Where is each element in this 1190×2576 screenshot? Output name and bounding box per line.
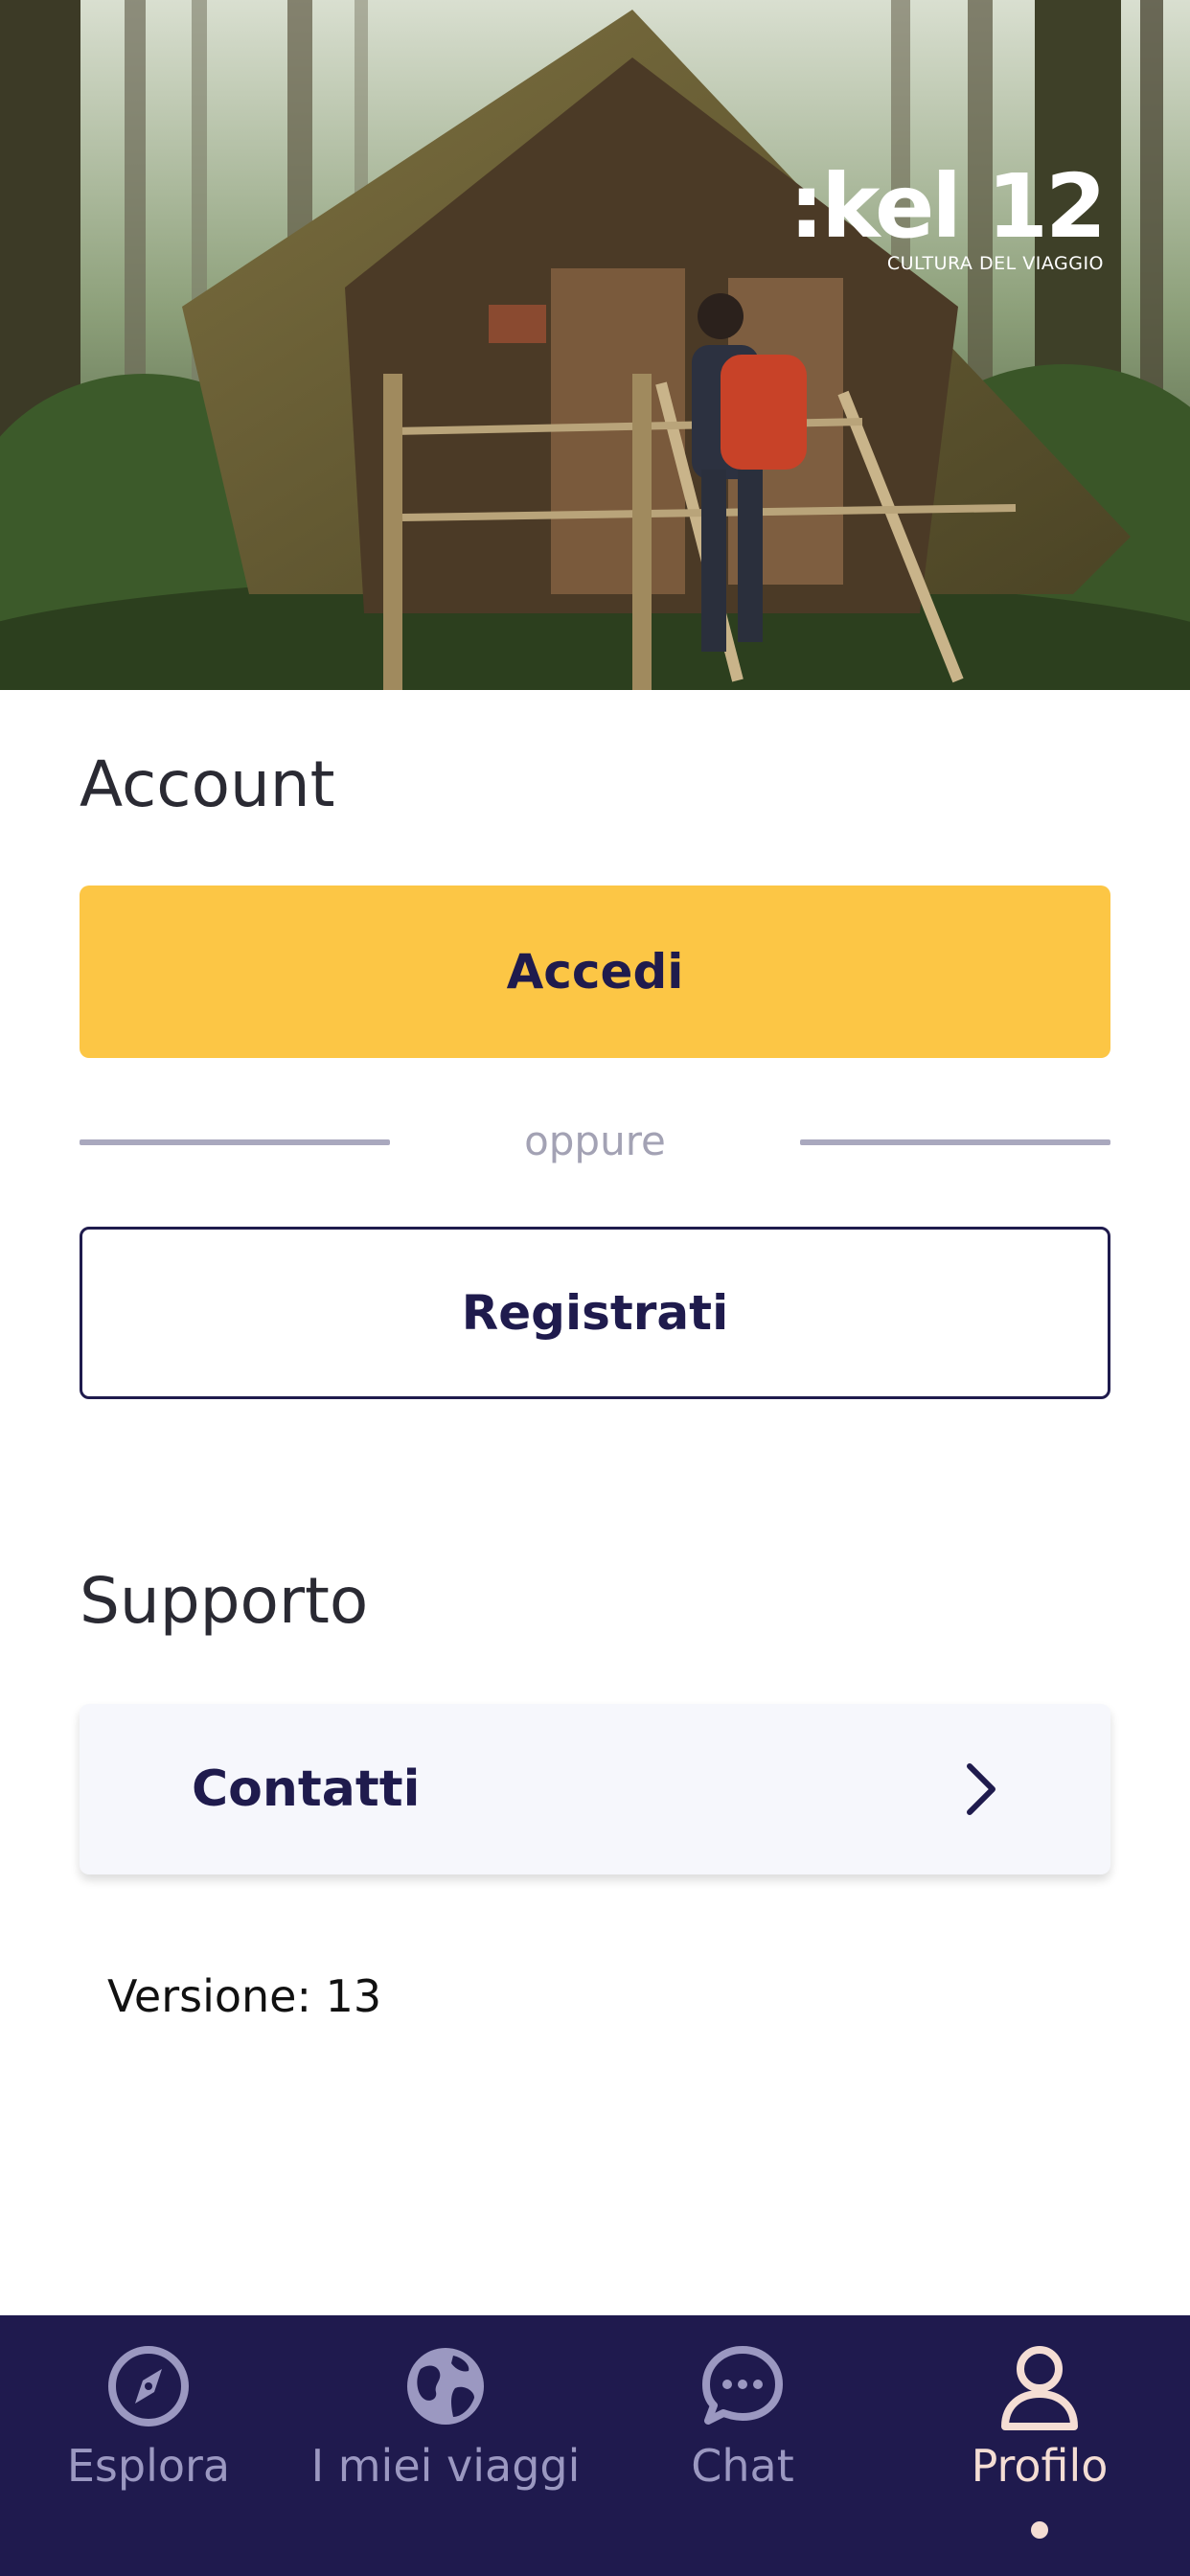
support-section-title: Supporto: [80, 1564, 369, 1638]
nav-label-esplora: Esplora: [66, 2440, 231, 2492]
nav-label-i-miei-viaggi: I miei viaggi: [310, 2440, 581, 2492]
contacts-label: Contatti: [192, 1760, 421, 1818]
brand-logo-text: :kel 12: [789, 155, 1107, 258]
app-version: Versione: 13: [107, 1970, 382, 2022]
nav-item-chat[interactable]: Chat: [594, 2315, 891, 2576]
active-indicator-dot: [1031, 2521, 1048, 2539]
register-button[interactable]: Registrati: [80, 1227, 1110, 1399]
login-button[interactable]: Accedi: [80, 886, 1110, 1058]
nav-label-chat: Chat: [691, 2440, 794, 2492]
contacts-row[interactable]: Contatti: [80, 1704, 1110, 1874]
chevron-right-icon: [967, 1763, 995, 1815]
or-divider: oppure: [80, 1112, 1110, 1169]
user-icon: [1001, 2346, 1078, 2430]
brand-logo: :kel 12 CULTURA DEL VIAGGIO: [789, 155, 1107, 275]
chat-bubble-icon: [702, 2346, 783, 2425]
nav-item-esplora[interactable]: Esplora: [0, 2315, 297, 2576]
nav-item-profilo[interactable]: Profilo: [891, 2315, 1188, 2576]
divider-line-right: [800, 1139, 1110, 1145]
hero-image: :kel 12 CULTURA DEL VIAGGIO: [0, 0, 1190, 690]
forest-hut-illustration: [0, 0, 1190, 690]
account-section-title: Account: [80, 748, 335, 821]
globe-icon: [407, 2348, 484, 2425]
compass-icon: [108, 2346, 189, 2426]
bottom-navigation: Esplora I miei viaggi Chat Profilo: [0, 2315, 1190, 2576]
nav-item-i-miei-viaggi[interactable]: I miei viaggi: [297, 2315, 594, 2576]
nav-label-profilo: Profilo: [971, 2440, 1109, 2492]
